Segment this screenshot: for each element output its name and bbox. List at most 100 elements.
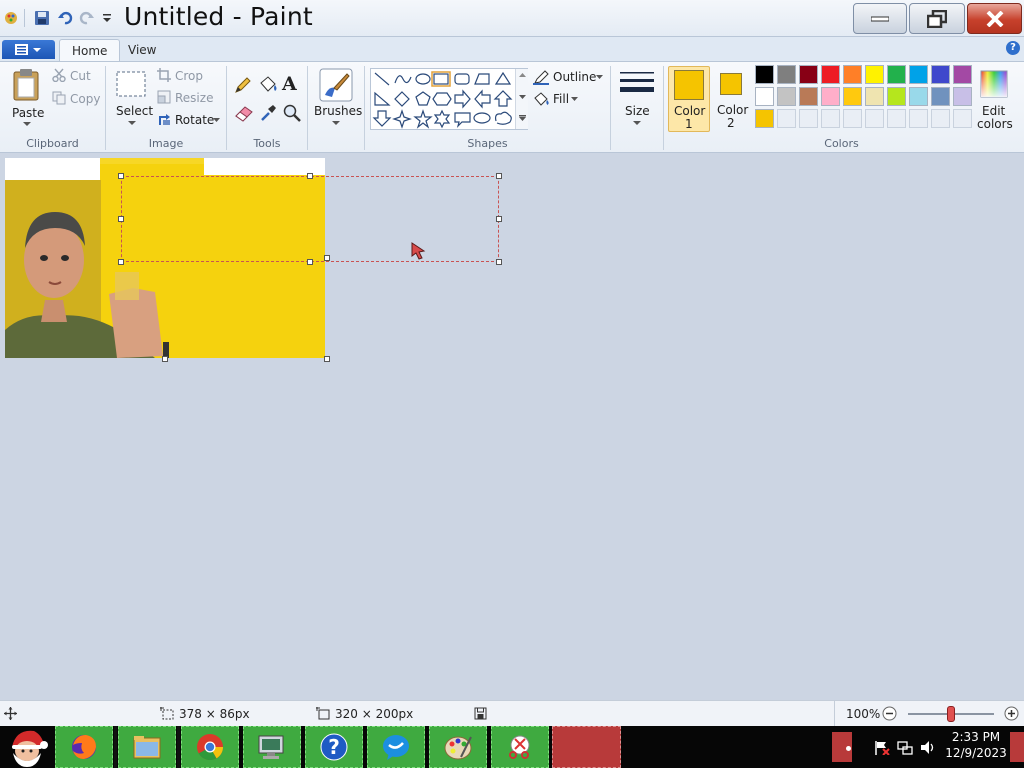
- resize-button[interactable]: Resize: [157, 89, 213, 107]
- shapes-scrollbar[interactable]: [515, 69, 528, 129]
- magnifier-icon[interactable]: [282, 103, 302, 123]
- crop-button[interactable]: Crop: [157, 67, 207, 85]
- selection-handle[interactable]: [307, 259, 313, 265]
- palette-swatch[interactable]: [953, 87, 972, 106]
- palette-swatch[interactable]: [799, 65, 818, 84]
- fill-bucket-icon[interactable]: [257, 75, 279, 95]
- right-arrow-shape-icon[interactable]: [454, 89, 471, 109]
- palette-empty-slot[interactable]: [865, 109, 884, 128]
- palette-swatch[interactable]: [909, 87, 928, 106]
- selection-handle[interactable]: [496, 173, 502, 179]
- palette-swatch[interactable]: [755, 109, 774, 128]
- palette-empty-slot[interactable]: [953, 109, 972, 128]
- palette-empty-slot[interactable]: [843, 109, 862, 128]
- volume-icon[interactable]: [920, 740, 936, 755]
- taskbar-chrome[interactable]: [181, 726, 239, 768]
- canvas-resize-handle-bottom[interactable]: [162, 356, 168, 362]
- palette-empty-slot[interactable]: [799, 109, 818, 128]
- palette-swatch[interactable]: [755, 87, 774, 106]
- taskbar-file-explorer[interactable]: [118, 726, 176, 768]
- palette-swatch[interactable]: [843, 65, 862, 84]
- palette-swatch[interactable]: [931, 65, 950, 84]
- select-button[interactable]: Select: [112, 66, 153, 134]
- polygon-shape-icon[interactable]: [474, 73, 490, 85]
- start-button-santa-icon[interactable]: [4, 727, 50, 767]
- palette-swatch[interactable]: [821, 65, 840, 84]
- show-desktop-button[interactable]: [1010, 732, 1024, 762]
- file-menu-button[interactable]: [2, 40, 55, 59]
- taskbar-open-window[interactable]: [552, 726, 621, 768]
- palette-empty-slot[interactable]: [821, 109, 840, 128]
- fill-button[interactable]: Fill: [533, 91, 583, 109]
- palette-swatch[interactable]: [777, 87, 796, 106]
- oval-shape-icon[interactable]: [415, 73, 431, 85]
- close-button[interactable]: [967, 3, 1022, 34]
- taskbar-firefox[interactable]: [55, 726, 113, 768]
- up-arrow-shape-icon[interactable]: [493, 90, 513, 107]
- zoom-out-icon[interactable]: [882, 706, 897, 721]
- color2-button[interactable]: Color 2: [712, 66, 752, 132]
- five-point-star-shape-icon[interactable]: [413, 109, 433, 129]
- rounded-rectangle-shape-icon[interactable]: [454, 73, 470, 85]
- four-point-star-shape-icon[interactable]: [392, 109, 412, 129]
- outline-button[interactable]: Outline: [533, 69, 605, 87]
- palette-swatch[interactable]: [843, 87, 862, 106]
- palette-swatch[interactable]: [865, 87, 884, 106]
- taskbar-help[interactable]: ?: [305, 726, 363, 768]
- curve-shape-icon[interactable]: [394, 75, 412, 84]
- six-point-star-shape-icon[interactable]: [433, 109, 451, 129]
- right-triangle-shape-icon[interactable]: [374, 91, 391, 106]
- selection-handle[interactable]: [118, 216, 124, 222]
- customize-qat-icon[interactable]: [99, 10, 115, 26]
- action-center-flag-icon[interactable]: [874, 740, 890, 755]
- tab-home[interactable]: Home: [59, 39, 121, 62]
- palette-swatch[interactable]: [887, 87, 906, 106]
- cut-button[interactable]: Cut: [52, 67, 102, 85]
- rounded-callout-shape-icon[interactable]: [454, 112, 471, 128]
- palette-swatch[interactable]: [777, 65, 796, 84]
- zoom-in-icon[interactable]: [1004, 706, 1019, 721]
- cloud-callout-shape-icon[interactable]: [494, 111, 512, 125]
- help-icon[interactable]: ?: [1006, 41, 1020, 55]
- eraser-icon[interactable]: [233, 103, 255, 123]
- left-arrow-shape-icon[interactable]: [474, 89, 491, 109]
- selection-handle[interactable]: [118, 259, 124, 265]
- taskbar-system-monitor[interactable]: [243, 726, 301, 768]
- scroll-up-icon[interactable]: [519, 73, 526, 77]
- edit-colors-button[interactable]: Edit colors: [974, 66, 1014, 132]
- triangle-shape-icon[interactable]: [494, 71, 512, 85]
- selection-handle[interactable]: [118, 173, 124, 179]
- copy-button[interactable]: Copy: [52, 90, 102, 108]
- palette-swatch[interactable]: [953, 65, 972, 84]
- undo-icon[interactable]: [57, 10, 73, 26]
- palette-swatch[interactable]: [909, 65, 928, 84]
- selection-handle[interactable]: [496, 216, 502, 222]
- canvas-resize-handle-corner[interactable]: [324, 356, 330, 362]
- brushes-button[interactable]: Brushes: [312, 66, 362, 134]
- size-button[interactable]: Size: [616, 66, 658, 134]
- taskbar-snipping-tool[interactable]: [491, 726, 549, 768]
- color-picker-icon[interactable]: [258, 103, 278, 123]
- expand-gallery-icon[interactable]: [519, 115, 526, 121]
- palette-empty-slot[interactable]: [777, 109, 796, 128]
- text-tool-icon[interactable]: A: [282, 73, 302, 95]
- clock-time[interactable]: 2:33 PM: [944, 730, 1008, 744]
- rectangle-shape-icon[interactable]: [433, 73, 449, 85]
- selection-rectangle[interactable]: [121, 176, 499, 262]
- paste-button[interactable]: Paste: [6, 64, 48, 134]
- palette-swatch[interactable]: [931, 87, 950, 106]
- palette-swatch[interactable]: [887, 65, 906, 84]
- taskbar-paint[interactable]: [429, 726, 487, 768]
- color1-button[interactable]: Color 1: [668, 66, 710, 132]
- palette-swatch[interactable]: [755, 65, 774, 84]
- palette-empty-slot[interactable]: [887, 109, 906, 128]
- pentagon-shape-icon[interactable]: [415, 91, 431, 106]
- canvas-workspace[interactable]: [0, 153, 1024, 700]
- palette-swatch[interactable]: [865, 65, 884, 84]
- minimize-button[interactable]: [853, 3, 907, 34]
- paint-app-icon[interactable]: [3, 10, 19, 26]
- save-icon[interactable]: [34, 10, 50, 26]
- scroll-down-icon[interactable]: [519, 95, 526, 99]
- diamond-shape-icon[interactable]: [394, 91, 410, 107]
- zoom-slider-thumb[interactable]: [947, 706, 955, 722]
